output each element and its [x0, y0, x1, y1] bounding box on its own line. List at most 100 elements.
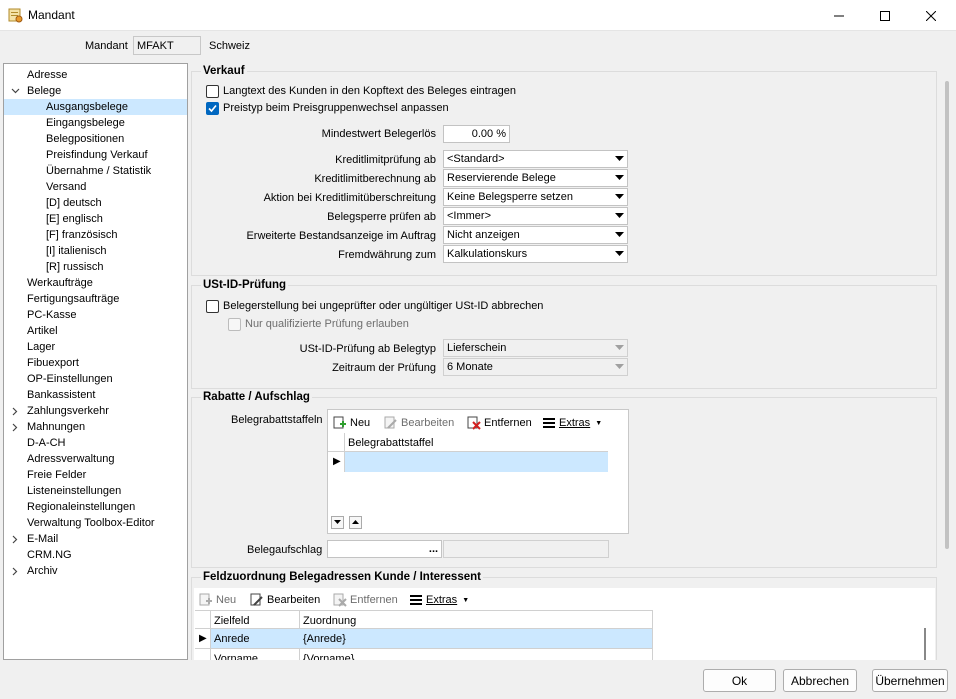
tree-item-werkaufträge[interactable]: Werkaufträge	[4, 275, 187, 291]
tree-item-adresse[interactable]: Adresse	[4, 67, 187, 83]
table-row[interactable]	[345, 452, 608, 472]
ustid-abbrechen-checkbox[interactable]	[206, 300, 219, 313]
tree-item-label: Adresse	[27, 69, 68, 81]
tree-item-übernahme-statistik[interactable]: Übernahme / Statistik	[4, 163, 187, 179]
belegaufschlag-input[interactable]	[327, 540, 442, 558]
belegsperre-select[interactable]: <Immer>	[443, 207, 628, 225]
feld-extras-label: Extras	[426, 594, 458, 606]
navigation-tree[interactable]: Adresse Belege Ausgangsbelege Eingangsbeleg…	[3, 63, 188, 660]
table-row[interactable]	[211, 629, 652, 648]
kreditlimitberechnung-select[interactable]: Reservierende Belege	[443, 169, 628, 187]
fremdwaehrung-select[interactable]: Kalkulationskurs	[443, 245, 628, 263]
rabatt-entfernen-button[interactable]: Entfernen	[467, 414, 532, 432]
zeitraum-select[interactable]: 6 Monate	[443, 358, 628, 376]
tree-item-d-a-ch[interactable]: D-A-CH	[4, 435, 187, 451]
chevron-right-icon[interactable]	[9, 531, 21, 547]
tree-item-freie-felder[interactable]: Freie Felder	[4, 467, 187, 483]
tree-item-label: Zahlungsverkehr	[27, 405, 109, 417]
belegsperre-label: Belegsperre prüfen ab	[327, 211, 436, 223]
belegaufschlag-browse-button[interactable]: ...	[426, 541, 441, 557]
chevron-down-icon[interactable]	[9, 83, 21, 99]
tree-item-label: [E] englisch	[46, 213, 103, 225]
langtext-checkbox-label: Langtext des Kunden in den Kopftext des …	[223, 85, 516, 97]
feld-bearbeiten-button[interactable]: Bearbeiten	[250, 591, 320, 609]
ok-button[interactable]: Ok	[703, 669, 776, 692]
tree-item-belegpositionen[interactable]: Belegpositionen	[4, 131, 187, 147]
ab-belegtyp-select[interactable]: Lieferschein	[443, 339, 628, 357]
rabatt-bearbeiten-button[interactable]: Bearbeiten	[384, 414, 454, 432]
bestandsanzeige-select[interactable]: Nicht anzeigen	[443, 226, 628, 244]
minimize-button[interactable]	[816, 0, 862, 31]
scrollbar-thumb[interactable]	[945, 81, 949, 549]
panel-scrollbar[interactable]	[941, 63, 953, 660]
tree-item-crm-ng[interactable]: CRM.NG	[4, 547, 187, 563]
ustid-abbrechen-label: Belegerstellung bei ungeprüfter oder ung…	[223, 300, 544, 312]
settings-panel: Verkauf Langtext des Kunden in den Kopft…	[189, 63, 941, 660]
tree-item-bankassistent[interactable]: Bankassistent	[4, 387, 187, 403]
tree-item-op-einstellungen[interactable]: OP-Einstellungen	[4, 371, 187, 387]
tree-item-lager[interactable]: Lager	[4, 339, 187, 355]
tree-item-preisfindung-verkauf[interactable]: Preisfindung Verkauf	[4, 147, 187, 163]
feld-neu-button[interactable]: Neu	[199, 591, 236, 609]
tree-item-ausgangsbelege[interactable]: Ausgangsbelege	[4, 99, 187, 115]
chevron-down-icon	[612, 209, 626, 223]
tree-item-fibuexport[interactable]: Fibuexport	[4, 355, 187, 371]
grid-header-belegrabattstaffel: Belegrabattstaffel	[348, 437, 434, 449]
tree-item-pc-kasse[interactable]: PC-Kasse	[4, 307, 187, 323]
aktion-value: Keine Belegsperre setzen	[447, 191, 573, 203]
tree-item-e-mail[interactable]: E-Mail	[4, 531, 187, 547]
tree-item-verwaltung-toolbox-editor[interactable]: Verwaltung Toolbox-Editor	[4, 515, 187, 531]
cancel-button[interactable]: Abbrechen	[783, 669, 857, 692]
kreditlimitpruefung-select[interactable]: <Standard>	[443, 150, 628, 168]
tree-item-label: D-A-CH	[27, 437, 66, 449]
tree-item-zahlungsverkehr[interactable]: Zahlungsverkehr	[4, 403, 187, 419]
tree-item-mahnungen[interactable]: Mahnungen	[4, 419, 187, 435]
close-button[interactable]	[908, 0, 954, 31]
langtext-checkbox[interactable]	[206, 85, 219, 98]
add-document-icon	[199, 593, 212, 606]
tree-item-regionaleinstellungen[interactable]: Regionaleinstellungen	[4, 499, 187, 515]
chevron-right-icon[interactable]	[9, 403, 21, 419]
tree-item-archiv[interactable]: Archiv	[4, 563, 187, 579]
tree-item-label: [F] französisch	[46, 229, 118, 241]
tree-item-versand[interactable]: Versand	[4, 179, 187, 195]
move-up-button[interactable]	[349, 516, 362, 529]
maximize-button[interactable]	[862, 0, 908, 31]
move-down-button[interactable]	[331, 516, 344, 529]
tree-item-label: [D] deutsch	[46, 197, 102, 209]
chevron-right-icon[interactable]	[9, 563, 21, 579]
mindestwert-input[interactable]: 0.00 %	[443, 125, 510, 143]
menu-icon	[543, 418, 555, 428]
tree-item-label: [R] russisch	[46, 261, 104, 273]
tree-item-belege[interactable]: Belege	[4, 83, 187, 99]
close-icon	[926, 10, 936, 21]
chevron-right-icon[interactable]	[9, 419, 21, 435]
feld-entfernen-button[interactable]: Entfernen	[333, 591, 398, 609]
tree-item-eingangsbelege[interactable]: Eingangsbelege	[4, 115, 187, 131]
belegsperre-value: <Immer>	[447, 210, 492, 222]
tree-item-label: Freie Felder	[27, 469, 87, 481]
tree-item-i-italienisch[interactable]: [I] italienisch	[4, 243, 187, 259]
feld-extras-button[interactable]: Extras ▼	[409, 591, 469, 609]
tree-item-f-französisch[interactable]: [F] französisch	[4, 227, 187, 243]
rabatt-extras-button[interactable]: Extras ▼	[542, 414, 602, 432]
belegrabattstaffeln-grid[interactable]: Belegrabattstaffel ▶	[328, 433, 608, 472]
tree-item-adressverwaltung[interactable]: Adressverwaltung	[4, 451, 187, 467]
tree-item-e-englisch[interactable]: [E] englisch	[4, 211, 187, 227]
tree-item-fertigungsaufträge[interactable]: Fertigungsaufträge	[4, 291, 187, 307]
mandant-name: Schweiz	[209, 40, 250, 52]
grid-scrollbar[interactable]	[924, 628, 926, 660]
tree-item-d-deutsch[interactable]: [D] deutsch	[4, 195, 187, 211]
rabatt-neu-button[interactable]: Neu	[333, 414, 370, 432]
qualifiziert-checkbox[interactable]	[228, 318, 241, 331]
chevron-down-icon	[612, 171, 626, 185]
feldzuordnung-grid[interactable]: Zielfeld Zuordnung ▶ Anrede {Anrede} Vor…	[195, 610, 653, 660]
tree-item-artikel[interactable]: Artikel	[4, 323, 187, 339]
tree-item-listeneinstellungen[interactable]: Listeneinstellungen	[4, 483, 187, 499]
chevron-down-icon	[612, 228, 626, 242]
aktion-select[interactable]: Keine Belegsperre setzen	[443, 188, 628, 206]
tree-item-r-russisch[interactable]: [R] russisch	[4, 259, 187, 275]
chevron-down-icon	[612, 190, 626, 204]
preistyp-checkbox[interactable]	[206, 102, 219, 115]
apply-button[interactable]: Übernehmen	[872, 669, 948, 692]
